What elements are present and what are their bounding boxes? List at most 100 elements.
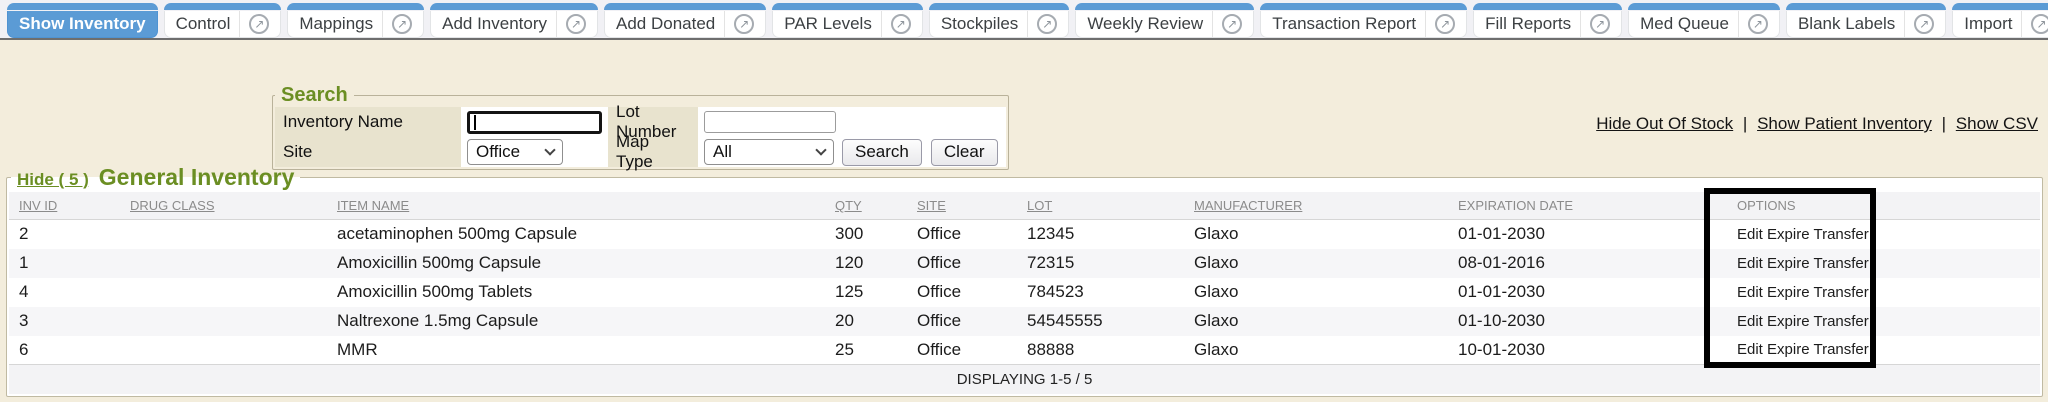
- tab-body: Show Inventory: [7, 11, 158, 38]
- tab-stockpiles[interactable]: Stockpiles↗: [929, 3, 1069, 38]
- tab-par-levels[interactable]: PAR Levels↗: [772, 3, 923, 38]
- hide-out-of-stock-link[interactable]: Hide Out Of Stock: [1596, 114, 1733, 133]
- external-link-icon[interactable]: ↗: [1222, 14, 1242, 34]
- tab-transaction-report[interactable]: Transaction Report↗: [1260, 3, 1467, 38]
- cell-expiration-date: 08-01-2016: [1448, 249, 1727, 278]
- column-header-label: OPTIONS: [1737, 198, 1796, 213]
- cell-lot: 72315: [1017, 249, 1184, 278]
- column-header-lot[interactable]: LOT: [1017, 192, 1184, 220]
- expire-link[interactable]: Expire: [1767, 255, 1810, 272]
- tab-body: Add Donated↗: [604, 11, 766, 38]
- transfer-link[interactable]: Transfer: [1813, 341, 1868, 358]
- transfer-link[interactable]: Transfer: [1813, 226, 1868, 243]
- tab-control[interactable]: Control↗: [164, 3, 282, 38]
- tab-body: Blank Labels↗: [1786, 11, 1946, 38]
- external-link-icon[interactable]: ↗: [1435, 14, 1455, 34]
- column-header-label: ITEM NAME: [337, 198, 409, 213]
- tab-divider: [1738, 11, 1739, 37]
- cell-drug-class: [120, 336, 327, 365]
- tab-blank-labels[interactable]: Blank Labels↗: [1786, 3, 1946, 38]
- column-header-site[interactable]: SITE: [907, 192, 1017, 220]
- tab-top-accent: [929, 3, 1069, 10]
- column-header-inv-id[interactable]: INV ID: [9, 192, 120, 220]
- external-link-icon[interactable]: ↗: [566, 14, 586, 34]
- cell-qty: 300: [825, 220, 907, 249]
- tab-top-accent: [164, 3, 282, 10]
- cell-inv-id: 2: [9, 220, 120, 249]
- external-link-icon[interactable]: ↗: [734, 14, 754, 34]
- external-link-icon[interactable]: ↗: [1748, 14, 1768, 34]
- tab-weekly-review[interactable]: Weekly Review↗: [1075, 3, 1254, 38]
- tab-body: PAR Levels↗: [772, 11, 923, 38]
- lot-number-input[interactable]: [704, 111, 836, 133]
- edit-link[interactable]: Edit: [1737, 226, 1763, 243]
- link-separator: |: [1942, 114, 1946, 133]
- cell-item-name: Amoxicillin 500mg Tablets: [327, 278, 825, 307]
- tab-divider: [239, 11, 240, 37]
- hide-count-link[interactable]: Hide ( 5 ): [17, 170, 89, 190]
- external-link-icon[interactable]: ↗: [1914, 14, 1934, 34]
- column-header-manufacturer[interactable]: MANUFACTURER: [1184, 192, 1448, 220]
- cell-qty: 125: [825, 278, 907, 307]
- tab-top-accent: [1786, 3, 1946, 10]
- tab-body: Import ↗: [1952, 11, 2048, 38]
- transfer-link[interactable]: Transfer: [1813, 313, 1868, 330]
- column-header-item-name[interactable]: ITEM NAME: [327, 192, 825, 220]
- tab-top-accent: [1628, 3, 1780, 10]
- column-header-drug-class[interactable]: DRUG CLASS: [120, 192, 327, 220]
- inventory-name-input[interactable]: [467, 111, 602, 134]
- options-cell: Edit Expire Transfer: [1727, 220, 1877, 249]
- inventory-row: 2acetaminophen 500mg Capsule300Office123…: [9, 220, 2040, 249]
- transfer-link[interactable]: Transfer: [1813, 284, 1868, 301]
- edit-link[interactable]: Edit: [1737, 341, 1763, 358]
- tab-body: Stockpiles↗: [929, 11, 1069, 38]
- external-link-icon[interactable]: ↗: [249, 14, 269, 34]
- tab-top-accent: [7, 3, 158, 10]
- external-link-icon[interactable]: ↗: [2031, 14, 2048, 34]
- map-type-select[interactable]: All: [704, 139, 834, 165]
- cell-item-name: MMR: [327, 336, 825, 365]
- cell-filler: [1877, 249, 2040, 278]
- external-link-icon[interactable]: ↗: [1590, 14, 1610, 34]
- cell-item-name: Amoxicillin 500mg Capsule: [327, 249, 825, 278]
- site-select[interactable]: Office: [467, 139, 563, 165]
- cell-qty: 120: [825, 249, 907, 278]
- cell-qty: 25: [825, 336, 907, 365]
- edit-link[interactable]: Edit: [1737, 255, 1763, 272]
- column-header-label: SITE: [917, 198, 946, 213]
- tab-add-inventory[interactable]: Add Inventory↗: [430, 3, 598, 38]
- column-header-qty[interactable]: QTY: [825, 192, 907, 220]
- edit-link[interactable]: Edit: [1737, 313, 1763, 330]
- tab-fill-reports[interactable]: Fill Reports↗: [1473, 3, 1622, 38]
- cell-expiration-date: 01-01-2030: [1448, 278, 1727, 307]
- expire-link[interactable]: Expire: [1767, 226, 1810, 243]
- show-patient-inventory-link[interactable]: Show Patient Inventory: [1757, 114, 1932, 133]
- cell-manufacturer: Glaxo: [1184, 220, 1448, 249]
- transfer-link[interactable]: Transfer: [1813, 255, 1868, 272]
- tab-divider: [2021, 11, 2022, 37]
- tab-add-donated[interactable]: Add Donated↗: [604, 3, 766, 38]
- tab-show-inventory[interactable]: Show Inventory: [7, 3, 158, 38]
- cell-inv-id: 3: [9, 307, 120, 336]
- tab-label: Import: [1964, 14, 2012, 34]
- external-link-icon[interactable]: ↗: [1037, 14, 1057, 34]
- show-csv-link[interactable]: Show CSV: [1956, 114, 2038, 133]
- external-link-icon[interactable]: ↗: [891, 14, 911, 34]
- tab-mappings[interactable]: Mappings↗: [287, 3, 424, 38]
- expire-link[interactable]: Expire: [1767, 284, 1810, 301]
- clear-button[interactable]: Clear: [931, 139, 998, 166]
- edit-link[interactable]: Edit: [1737, 284, 1763, 301]
- expire-link[interactable]: Expire: [1767, 341, 1810, 358]
- tab-top-accent: [1473, 3, 1622, 10]
- tab-med-queue[interactable]: Med Queue↗: [1628, 3, 1780, 38]
- external-link-icon[interactable]: ↗: [392, 14, 412, 34]
- cell-inv-id: 4: [9, 278, 120, 307]
- cell-drug-class: [120, 278, 327, 307]
- site-select-value: Office: [476, 142, 520, 162]
- map-type-label: Map Type: [608, 137, 698, 167]
- search-button[interactable]: Search: [842, 139, 922, 166]
- expire-link[interactable]: Expire: [1767, 313, 1810, 330]
- cell-site: Office: [907, 278, 1017, 307]
- tab-import[interactable]: Import ↗: [1952, 3, 2048, 38]
- cell-item-name: acetaminophen 500mg Capsule: [327, 220, 825, 249]
